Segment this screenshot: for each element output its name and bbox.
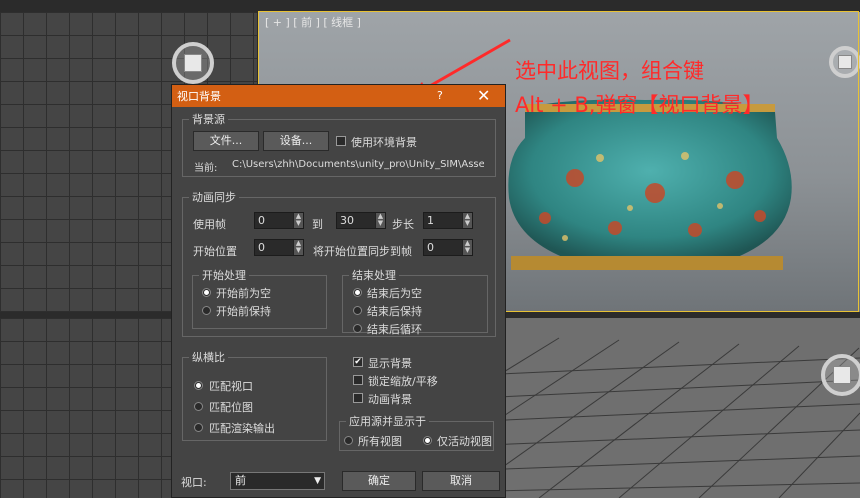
viewport-select[interactable]: 前 ▼ <box>230 472 325 490</box>
start-proc-legend: 开始处理 <box>202 269 246 282</box>
end-proc-legend: 结束处理 <box>352 269 396 282</box>
viewcube-icon[interactable] <box>172 42 214 84</box>
anim-sync-legend: 动画同步 <box>192 191 236 204</box>
start-proc-option-0: 开始前为空 <box>216 287 271 300</box>
apply-radio-1[interactable] <box>423 436 432 445</box>
files-button[interactable]: 文件... <box>193 131 259 151</box>
to-spinner[interactable]: 30 ▲ ▼ <box>336 212 386 229</box>
step-label: 步长 <box>392 218 414 231</box>
start-pos-label: 开始位置 <box>193 245 237 258</box>
cancel-button[interactable]: 取消 <box>422 471 500 491</box>
viewport-select-label: 视口: <box>181 476 207 489</box>
show-bg-label: 显示背景 <box>368 357 412 370</box>
end-proc-option-0: 结束后为空 <box>367 287 422 300</box>
chevron-down-icon: ▼ <box>314 476 321 486</box>
start-proc-radio-0[interactable] <box>202 288 211 297</box>
aspect-option-0: 匹配视口 <box>209 380 253 393</box>
aspect-option-1: 匹配位图 <box>209 401 253 414</box>
end-proc-option-1: 结束后保持 <box>367 305 422 318</box>
devices-button[interactable]: 设备... <box>263 131 329 151</box>
to-label: 到 <box>312 218 323 231</box>
aspect-radio-0[interactable] <box>194 381 203 390</box>
use-frame-label: 使用帧 <box>193 218 226 231</box>
viewport-background-dialog[interactable]: 视口背景 ? ✕ 背景源 文件... 设备... 使用环境背景 当前: C:\U… <box>171 84 506 498</box>
lock-zoom-label: 锁定缩放/平移 <box>368 375 438 388</box>
aspect-radio-2[interactable] <box>194 423 203 432</box>
annotation-text: 选中此视图，组合键 Alt + B,弹窗【视口背景】 <box>515 54 763 122</box>
end-proc-radio-2[interactable] <box>353 324 362 333</box>
apply-option-0: 所有视图 <box>358 435 402 448</box>
lock-zoom-checkbox[interactable] <box>353 375 363 385</box>
start-pos-spinner[interactable]: 0 ▲ ▼ <box>254 239 304 256</box>
ok-button[interactable]: 确定 <box>342 471 416 491</box>
end-proc-radio-1[interactable] <box>353 306 362 315</box>
show-bg-checkbox[interactable]: ✔ <box>353 357 363 367</box>
sync-spinner[interactable]: 0 ▲ ▼ <box>423 239 473 256</box>
end-proc-radio-0[interactable] <box>353 288 362 297</box>
viewport-label[interactable]: [ + ] [ 前 ] [ 线框 ] <box>265 14 361 30</box>
current-path: C:\Users\zhh\Documents\unity_pro\Unity_S… <box>232 159 484 170</box>
viewcube-icon[interactable] <box>829 46 860 78</box>
close-icon[interactable]: ✕ <box>477 86 490 105</box>
start-proc-radio-1[interactable] <box>202 306 211 315</box>
help-button[interactable]: ? <box>437 89 443 102</box>
sync-label: 将开始位置同步到帧 <box>313 245 412 258</box>
aspect-radio-1[interactable] <box>194 402 203 411</box>
use-env-checkbox[interactable] <box>336 136 346 146</box>
apply-radio-0[interactable] <box>344 436 353 445</box>
use-frame-spinner[interactable]: 0 ▲ ▼ <box>254 212 304 229</box>
end-proc-option-2: 结束后循环 <box>367 323 422 336</box>
use-env-label: 使用环境背景 <box>351 136 417 149</box>
aspect-legend: 纵横比 <box>192 351 225 364</box>
dialog-title-bar[interactable]: 视口背景 ? ✕ <box>172 85 505 107</box>
apply-option-1: 仅活动视图 <box>437 435 492 448</box>
viewcube-icon[interactable] <box>821 354 860 396</box>
dialog-title: 视口背景 <box>177 90 221 103</box>
apply-legend: 应用源并显示于 <box>349 415 426 428</box>
annotation-line-1: 选中此视图，组合键 <box>515 59 704 83</box>
current-label: 当前: <box>194 163 218 174</box>
bg-source-legend: 背景源 <box>192 113 225 126</box>
aspect-option-2: 匹配渲染输出 <box>209 422 275 435</box>
anim-bg-label: 动画背景 <box>368 393 412 406</box>
cloisonne-vase-image <box>508 99 792 270</box>
start-proc-option-1: 开始前保持 <box>216 305 271 318</box>
anim-bg-checkbox[interactable] <box>353 393 363 403</box>
annotation-line-2: Alt + B,弹窗【视口背景】 <box>515 93 764 117</box>
step-spinner[interactable]: 1 ▲ ▼ <box>423 212 473 229</box>
